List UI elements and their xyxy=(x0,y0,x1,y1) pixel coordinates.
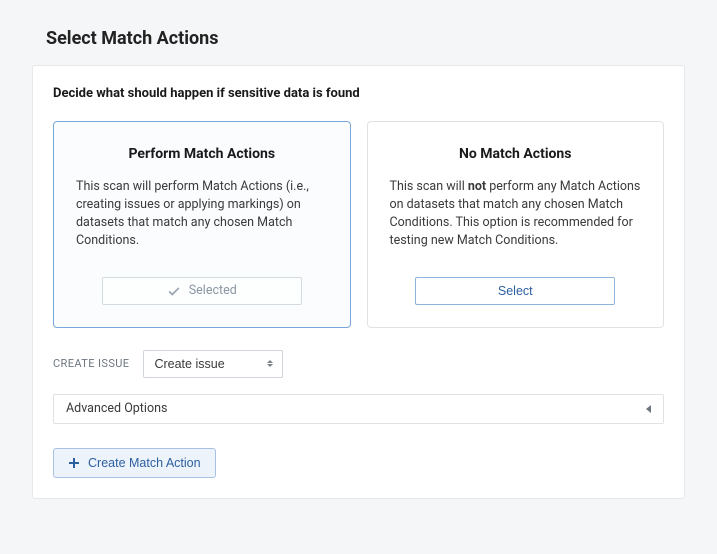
create-issue-row: CREATE ISSUE xyxy=(53,350,664,378)
caret-left-icon xyxy=(646,405,651,413)
plus-icon xyxy=(68,457,80,469)
create-issue-select[interactable] xyxy=(143,350,283,378)
panel-subtitle: Decide what should happen if sensitive d… xyxy=(53,86,664,101)
option-cards: Perform Match Actions This scan will per… xyxy=(53,121,664,328)
create-issue-select-wrap[interactable] xyxy=(143,350,283,378)
selected-button: Selected xyxy=(102,277,302,305)
check-icon xyxy=(167,284,181,298)
create-match-action-button[interactable]: Create Match Action xyxy=(53,448,216,478)
select-button-label: Select xyxy=(498,284,533,298)
card-title: No Match Actions xyxy=(390,146,642,162)
select-button[interactable]: Select xyxy=(415,277,615,305)
card-description: This scan will not perform any Match Act… xyxy=(390,178,642,251)
selected-button-label: Selected xyxy=(189,283,237,298)
page-title: Select Match Actions xyxy=(46,28,685,49)
advanced-options-label: Advanced Options xyxy=(66,401,167,416)
card-title: Perform Match Actions xyxy=(76,146,328,162)
create-match-action-label: Create Match Action xyxy=(88,456,201,470)
card-perform-match-actions[interactable]: Perform Match Actions This scan will per… xyxy=(53,121,351,328)
card-no-match-actions[interactable]: No Match Actions This scan will not perf… xyxy=(367,121,665,328)
card-description: This scan will perform Match Actions (i.… xyxy=(76,178,328,251)
create-issue-label: CREATE ISSUE xyxy=(53,357,129,370)
match-actions-panel: Decide what should happen if sensitive d… xyxy=(32,65,685,499)
advanced-options-toggle[interactable]: Advanced Options xyxy=(53,394,664,424)
